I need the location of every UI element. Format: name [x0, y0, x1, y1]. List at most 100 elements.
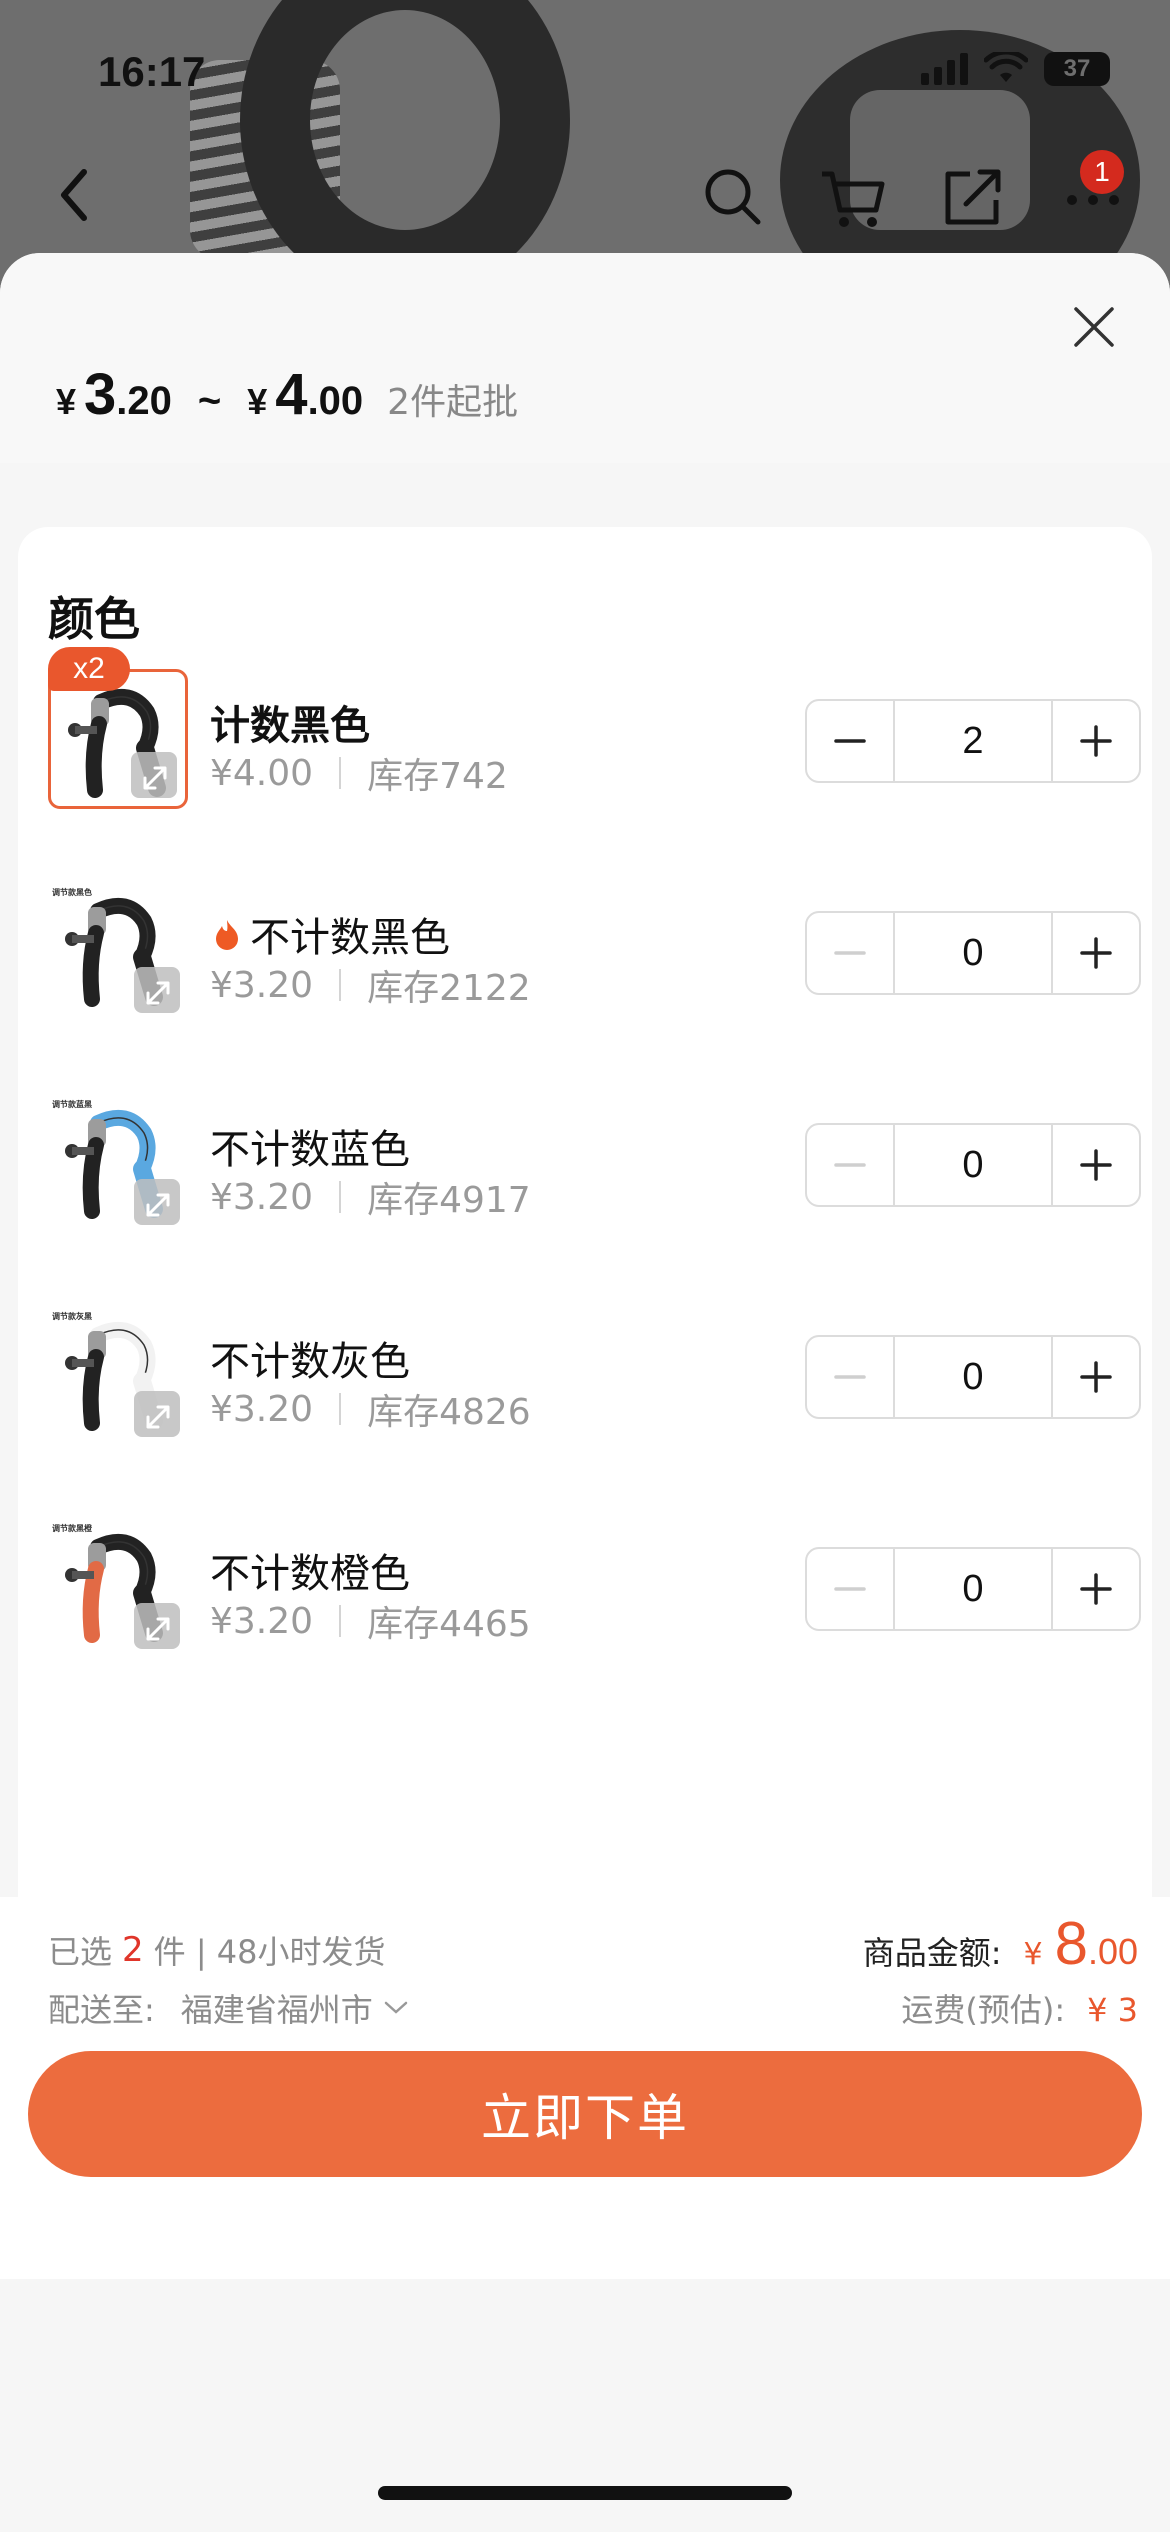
screen: 16:17 37 1 ¥ 3 .20 ~ ¥ 4 .00 2件起批 颜色 x2 …: [0, 0, 1170, 2532]
sku-card: 颜色 x2 计数黑色 ¥4.00 库存742 2 调节款黑色 不计数黑色 ¥3.…: [18, 527, 1152, 2127]
expand-image-button[interactable]: [134, 1603, 180, 1649]
quantity-stepper: 2: [805, 699, 1141, 783]
close-icon[interactable]: [1066, 299, 1122, 355]
price-separator: ~: [197, 379, 222, 423]
price-max-dec: .00: [307, 379, 364, 423]
sku-name: 计数黑色: [210, 703, 370, 749]
decrement-button[interactable]: [807, 1337, 893, 1417]
sku-meta: ¥3.20 库存2122: [210, 959, 531, 1011]
expand-icon: [146, 1193, 170, 1217]
expand-icon: [146, 1405, 170, 1429]
expand-icon: [146, 1617, 170, 1641]
sku-name: 不计数橙色: [210, 1551, 410, 1597]
decrement-button[interactable]: [807, 1549, 893, 1629]
sku-name-row: 不计数黑色: [210, 905, 450, 963]
selected-count: 2: [122, 1930, 144, 1970]
nav-actions: 1: [696, 150, 1130, 234]
plus-icon: [1080, 937, 1112, 969]
expand-icon: [143, 766, 167, 790]
sku-thumbnail[interactable]: 调节款黑橙: [48, 1517, 188, 1657]
meta-divider: [339, 1393, 342, 1425]
section-title: 颜色: [48, 592, 140, 646]
sku-thumbnail[interactable]: 调节款黑色: [48, 881, 188, 1021]
sku-meta: ¥3.20 库存4826: [210, 1383, 531, 1435]
freight-value: ¥ 3: [1087, 1991, 1138, 2029]
price-max-int: 4: [275, 362, 308, 427]
sku-thumbnail[interactable]: 调节款灰黑: [48, 1305, 188, 1445]
amount-label: 商品金额:: [862, 1934, 1002, 1972]
plus-icon: [1080, 725, 1112, 757]
sku-stock: 库存4465: [367, 1604, 531, 1645]
sku-name-row: 不计数橙色: [210, 1541, 410, 1599]
quantity-stepper: 0: [805, 1547, 1141, 1631]
minus-icon: [834, 1163, 866, 1167]
ship-to-label: 配送至:: [48, 1991, 155, 2029]
sku-stock: 库存4917: [367, 1180, 531, 1221]
search-icon[interactable]: [696, 160, 770, 234]
selected-summary: 已选 2 件 | 48小时发货: [48, 1927, 386, 1973]
expand-image-button[interactable]: [134, 967, 180, 1013]
decrement-button[interactable]: [807, 1125, 893, 1205]
freight-estimate: 运费(预估): ¥ 3: [901, 1985, 1138, 2031]
sku-meta: ¥4.00 库存742: [210, 747, 508, 799]
status-icons: 37: [921, 52, 1110, 86]
sheet-header: ¥ 3 .20 ~ ¥ 4 .00 2件起批: [0, 253, 1170, 463]
increment-button[interactable]: [1053, 1125, 1139, 1205]
quantity-value[interactable]: 0: [893, 1337, 1053, 1417]
signal-icon: [921, 53, 968, 85]
meta-divider: [339, 757, 342, 789]
goods-amount: 商品金额: ¥ 8 .00: [863, 1909, 1138, 1978]
quantity-value[interactable]: 0: [893, 1549, 1053, 1629]
increment-button[interactable]: [1053, 913, 1139, 993]
quantity-value[interactable]: 0: [893, 1125, 1053, 1205]
sku-name: 不计数蓝色: [210, 1127, 410, 1173]
ship-to-selector[interactable]: 配送至: 福建省福州市: [48, 1985, 409, 2031]
sku-row: 调节款蓝黑 不计数蓝色 ¥3.20 库存4917 0: [18, 1081, 1152, 1293]
sku-name-row: 不计数灰色: [210, 1329, 410, 1387]
expand-image-button[interactable]: [134, 1179, 180, 1225]
quantity-value[interactable]: 2: [893, 701, 1053, 781]
sku-meta: ¥3.20 库存4917: [210, 1171, 531, 1223]
sku-name-row: 计数黑色: [210, 693, 370, 751]
sku-row: 调节款黑色 不计数黑色 ¥3.20 库存2122 0: [18, 869, 1152, 1081]
increment-button[interactable]: [1053, 701, 1139, 781]
meta-divider: [339, 1181, 342, 1213]
price-min-int: 3: [84, 362, 117, 427]
increment-button[interactable]: [1053, 1549, 1139, 1629]
quantity-badge: x2: [48, 647, 130, 691]
amount-currency: ¥: [1023, 1937, 1043, 1972]
sku-row: x2 计数黑色 ¥4.00 库存742 2: [18, 647, 1152, 869]
sku-row: 调节款灰黑 不计数灰色 ¥3.20 库存4826 0: [18, 1293, 1152, 1505]
back-icon[interactable]: [46, 160, 106, 230]
more-button[interactable]: 1: [1056, 150, 1130, 234]
sku-list: x2 计数黑色 ¥4.00 库存742 2 调节款黑色 不计数黑色 ¥3.20 …: [18, 647, 1152, 1717]
quantity-value[interactable]: 0: [893, 913, 1053, 993]
share-icon[interactable]: [936, 160, 1010, 234]
selected-prefix: 已选: [48, 1933, 113, 1971]
price-min-dec: .20: [116, 379, 172, 423]
quantity-stepper: 0: [805, 1123, 1141, 1207]
sku-name-row: 不计数蓝色: [210, 1117, 410, 1175]
minus-icon: [834, 739, 866, 743]
sku-meta: ¥3.20 库存4465: [210, 1595, 531, 1647]
expand-image-button[interactable]: [134, 1391, 180, 1437]
amount-int: 8: [1054, 1910, 1088, 1977]
order-footer: 已选 2 件 | 48小时发货 配送至: 福建省福州市 商品金额: ¥ 8 .0…: [0, 1897, 1170, 2279]
order-now-button[interactable]: 立即下单: [28, 2051, 1142, 2177]
quantity-stepper: 0: [805, 1335, 1141, 1419]
expand-image-button[interactable]: [131, 752, 177, 798]
sku-price: ¥3.20: [210, 1176, 314, 1218]
amount-dec: .00: [1087, 1931, 1138, 1972]
sku-row: 调节款黑橙 不计数橙色 ¥3.20 库存4465 0: [18, 1505, 1152, 1717]
increment-button[interactable]: [1053, 1337, 1139, 1417]
decrement-button[interactable]: [807, 701, 893, 781]
currency-symbol: ¥: [247, 381, 268, 422]
cart-icon[interactable]: [816, 160, 890, 234]
freight-label: 运费(预估):: [901, 1991, 1066, 2029]
notification-badge: 1: [1080, 150, 1124, 194]
sku-thumbnail[interactable]: 调节款蓝黑: [48, 1093, 188, 1233]
minus-icon: [834, 951, 866, 955]
selected-suffix: 件 | 48小时发货: [153, 1933, 386, 1971]
decrement-button[interactable]: [807, 913, 893, 993]
meta-divider: [339, 969, 342, 1001]
